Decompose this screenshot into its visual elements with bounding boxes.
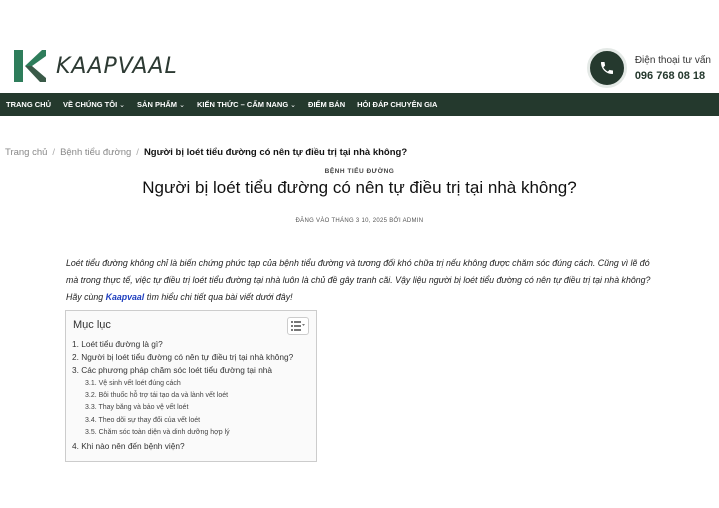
site-logo[interactable]: KAAPVAAL — [12, 48, 178, 84]
toc-item[interactable]: 1. Loét tiểu đường là gì? — [72, 338, 293, 351]
chevron-down-icon: ⌄ — [290, 101, 297, 109]
nav-item-home[interactable]: TRANG CHỦ — [6, 100, 51, 109]
article-meta: ĐĂNG VÀO THÁNG 3 10, 2025 BỞI ADMIN — [295, 218, 424, 224]
nav-item-expert-qa[interactable]: HỎI ĐÁP CHUYÊN GIA — [357, 100, 437, 109]
nav-item-about[interactable]: VỀ CHÚNG TÔI ⌄ — [63, 100, 125, 109]
nav-label: ĐIỂM BÁN — [308, 100, 346, 109]
nav-label: KIẾN THỨC – CẨM NANG — [196, 100, 289, 109]
chevron-down-icon: ⌄ — [179, 101, 185, 109]
phone-icon[interactable] — [586, 48, 627, 88]
toc-item[interactable]: 2. Người bị loét tiểu đường có nên tự đi… — [72, 351, 293, 364]
nav-label: HỎI ĐÁP CHUYÊN GIA — [357, 100, 438, 109]
contact-phone-number[interactable]: 096 768 08 18 — [635, 70, 711, 82]
breadcrumb-separator: / — [136, 147, 139, 158]
logo-icon — [12, 48, 48, 84]
breadcrumb-separator: / — [52, 147, 56, 158]
table-of-contents: Mục lục 1. Loét tiểu đường là gì? 2. Ngư… — [65, 310, 317, 462]
contact-box[interactable]: Điện thoại tư vấn 096 768 08 18 — [586, 48, 711, 88]
toc-item[interactable]: 4. Khi nào nên đến bệnh viện? — [72, 440, 293, 453]
main-nav: TRANG CHỦ VỀ CHÚNG TÔI ⌄ SẢN PHẨM ⌄ KIẾN T… — [0, 93, 719, 116]
breadcrumb-current: Người bị loét tiểu đường có nên tự điều … — [143, 147, 408, 158]
breadcrumb-category[interactable]: Bệnh tiểu đường — [60, 147, 131, 158]
nav-label: VỀ CHÚNG TÔI — [63, 100, 118, 109]
site-header: KAAPVAAL Điện thoại tư vấn 096 768 08 18 — [0, 38, 719, 93]
toc-subitem[interactable]: 3.2. Bôi thuốc hỗ trợ tái tạo da và lành… — [85, 390, 293, 402]
toc-subitem[interactable]: 3.5. Chăm sóc toàn diện và dinh dưỡng hợ… — [85, 427, 293, 439]
toc-title: Mục lục — [73, 319, 111, 331]
toc-subitem[interactable]: 3.4. Theo dõi sự thay đổi của vết loét — [85, 415, 293, 427]
toc-list: 1. Loét tiểu đường là gì? 2. Người bị lo… — [72, 338, 293, 453]
intro-brand-link[interactable]: Kaapvaal — [106, 292, 145, 302]
contact-label: Điện thoại tư vấn — [634, 54, 711, 66]
nav-item-knowledge[interactable]: KIẾN THỨC – CẨM NANG ⌄ — [197, 100, 296, 109]
toc-subitem[interactable]: 3.1. Vệ sinh vết loét đúng cách — [85, 378, 293, 390]
logo-text: KAAPVAAL — [56, 53, 178, 79]
article-category[interactable]: BỆNH TIỂU ĐƯỜNG — [0, 168, 719, 175]
intro-text-end: tìm hiểu chi tiết qua bài viết dưới đây! — [144, 292, 293, 302]
chevron-down-icon: ⌄ — [119, 101, 126, 109]
toc-item[interactable]: 3. Các phương pháp chăm sóc loét tiểu đư… — [72, 364, 293, 377]
nav-item-products[interactable]: SẢN PHẨM ⌄ — [137, 100, 185, 109]
nav-item-stores[interactable]: ĐIỂM BÁN — [308, 100, 345, 109]
breadcrumb-home[interactable]: Trang chủ — [5, 147, 47, 158]
nav-label: TRANG CHỦ — [6, 100, 51, 109]
toc-subitem[interactable]: 3.3. Thay băng và bảo vệ vết loét — [85, 402, 293, 414]
page-title: Người bị loét tiểu đường có nên tự điều … — [142, 178, 577, 197]
breadcrumb: Trang chủ / Bệnh tiểu đường / Người bị loét … — [5, 147, 407, 158]
article-intro: Loét tiểu đường không chỉ là biến chứng … — [66, 255, 662, 306]
toc-toggle-button[interactable] — [287, 317, 309, 335]
nav-label: SẢN PHẨM — [137, 100, 178, 109]
list-icon — [291, 321, 305, 331]
